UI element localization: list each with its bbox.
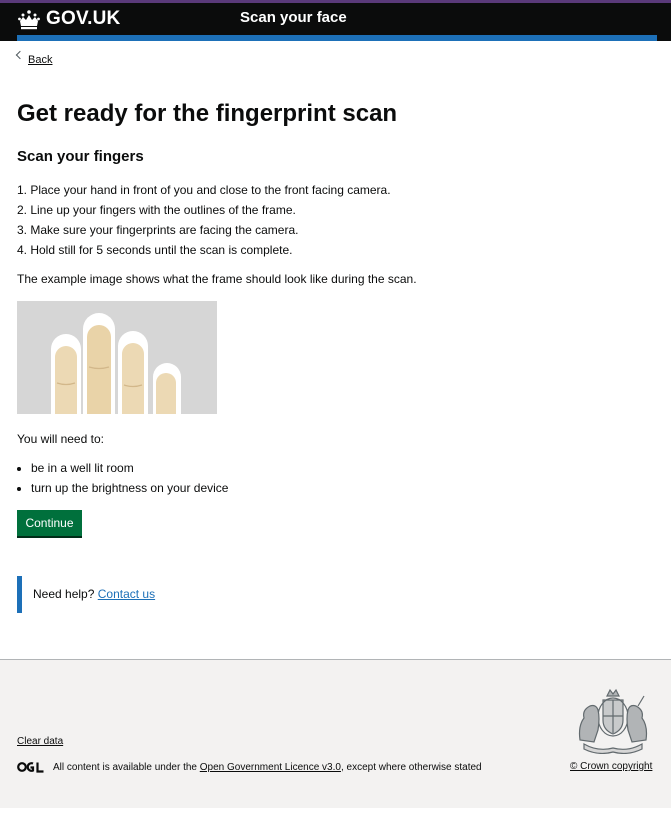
chevron-left-icon (15, 50, 25, 60)
step-item: 3. Make sure your fingerprints are facin… (17, 223, 299, 237)
fingerprint-example-image (17, 301, 217, 414)
ogl-licence-link[interactable]: Open Government Licence v3.0 (200, 762, 341, 773)
step-item: 4. Hold still for 5 seconds until the sc… (17, 243, 293, 257)
site-footer: Clear data All content is available unde… (0, 659, 671, 808)
requirement-item: be in a well lit room (31, 458, 228, 478)
step-item: 2. Line up your fingers with the outline… (17, 203, 296, 217)
site-header: GOV.UK Scan your face (0, 0, 671, 41)
logo-text: GOV.UK (46, 8, 121, 29)
crown-copyright-link[interactable]: © Crown copyright (570, 761, 652, 772)
govuk-logo-link[interactable]: GOV.UK (17, 6, 120, 32)
requirements-list: be in a well lit room turn up the bright… (31, 458, 228, 498)
continue-button[interactable]: Continue (17, 510, 82, 536)
example-intro-text: The example image shows what the frame s… (17, 272, 417, 286)
step-item: 1. Place your hand in front of you and c… (17, 183, 391, 197)
service-name-link[interactable]: Scan your face (240, 9, 347, 26)
help-callout: Need help? Contact us (17, 576, 317, 613)
header-blue-bar (17, 35, 657, 41)
royal-coat-of-arms-icon (578, 688, 648, 754)
contact-us-link[interactable]: Contact us (98, 587, 155, 601)
back-link[interactable]: Back (15, 50, 53, 66)
requirement-item: turn up the brightness on your device (31, 478, 228, 498)
hand-illustration (17, 301, 217, 414)
back-link-label: Back (28, 54, 53, 66)
licence-row: All content is available under the Open … (17, 761, 482, 773)
crown-icon (18, 9, 40, 29)
requirements-label: You will need to: (17, 432, 104, 446)
ogl-logo-icon (17, 762, 44, 773)
help-prefix: Need help? (33, 587, 95, 601)
licence-suffix: , except where otherwise stated (340, 761, 482, 773)
licence-prefix: All content is available under the (53, 761, 197, 773)
page-title: Get ready for the fingerprint scan (17, 100, 398, 127)
instruction-steps: 1. Place your hand in front of you and c… (17, 180, 391, 260)
section-heading: Scan your fingers (17, 148, 144, 165)
header-top-line (0, 0, 671, 3)
clear-data-link[interactable]: Clear data (17, 736, 63, 747)
